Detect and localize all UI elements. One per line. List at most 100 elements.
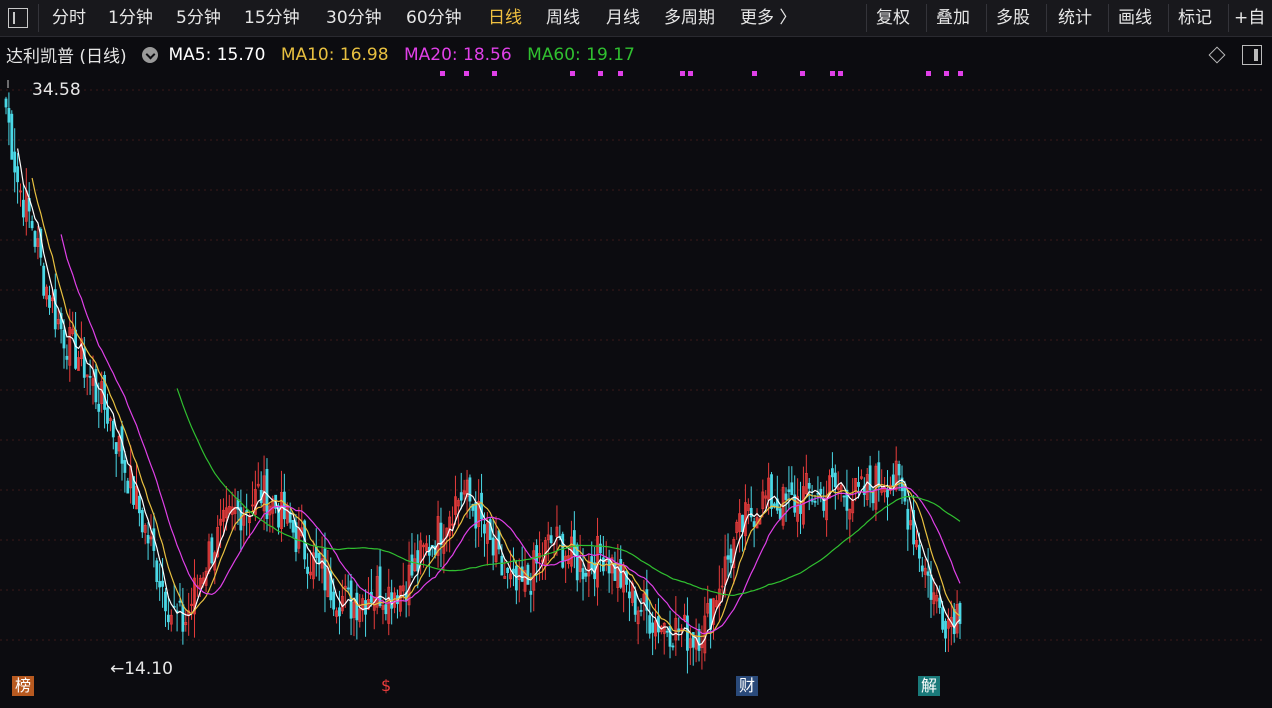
- candle-body: [581, 568, 585, 580]
- candle-body: [526, 564, 530, 585]
- candle-body: [282, 491, 286, 520]
- candle-body: [926, 571, 930, 576]
- signal-marker: [830, 71, 835, 76]
- signal-marker: [800, 71, 805, 76]
- candle-body: [62, 329, 66, 349]
- candle-body: [364, 600, 367, 615]
- candle-body: [106, 407, 109, 424]
- candle-body: [416, 550, 420, 572]
- candle-body: [126, 480, 130, 494]
- tab-daily[interactable]: 日线: [488, 8, 522, 28]
- draw-line-button[interactable]: 画线: [1118, 8, 1152, 28]
- tag-dollar[interactable]: $: [378, 676, 394, 696]
- candle-body: [114, 442, 118, 454]
- toolbar-divider: [1046, 4, 1047, 32]
- candle-body: [210, 537, 214, 564]
- statistics-button[interactable]: 统计: [1058, 8, 1092, 28]
- signal-marker: [492, 71, 497, 76]
- tab-60min[interactable]: 60分钟: [406, 8, 462, 28]
- panel-toggle-icon[interactable]: [8, 8, 28, 28]
- candle-body: [729, 548, 733, 563]
- candle-body: [749, 507, 753, 518]
- tab-monthly[interactable]: 月线: [606, 8, 640, 28]
- candle-body: [572, 530, 576, 556]
- ma5-line: [17, 148, 961, 646]
- candle-body: [952, 609, 956, 635]
- candle-body: [807, 482, 811, 489]
- candle-body: [697, 629, 701, 651]
- low-label: ←14.10: [110, 659, 173, 679]
- tab-fenshi[interactable]: 分时: [52, 8, 86, 28]
- candle-body: [686, 615, 689, 651]
- custom-button[interactable]: +自: [1234, 8, 1265, 28]
- candle-body: [88, 375, 92, 378]
- candle-body: [439, 522, 443, 546]
- candle-body: [868, 465, 872, 491]
- price-grid: [0, 89, 1262, 641]
- candle-body: [332, 591, 336, 610]
- candle-body: [137, 495, 141, 514]
- signal-marker: [926, 71, 931, 76]
- signal-marker: [752, 71, 757, 76]
- candle-body: [628, 591, 631, 599]
- candle-body: [53, 289, 57, 330]
- candle-body: [726, 555, 730, 560]
- candle-body: [111, 420, 115, 438]
- tag-finance[interactable]: 财: [736, 676, 759, 696]
- candle-body: [10, 113, 14, 160]
- fuquan-button[interactable]: 复权: [876, 8, 910, 28]
- signal-marker: [958, 71, 963, 76]
- candle-body: [790, 482, 794, 495]
- toolbar-divider: [1108, 4, 1109, 32]
- candle-body: [468, 477, 472, 502]
- candle-body: [599, 543, 602, 554]
- toolbar-divider: [986, 4, 987, 32]
- toolbar-divider: [1228, 4, 1229, 32]
- candle-body: [291, 519, 295, 533]
- candle-body: [941, 607, 945, 630]
- tab-multi-period[interactable]: 多周期: [664, 8, 715, 28]
- candle-body: [514, 565, 518, 591]
- candle-body: [842, 495, 846, 498]
- multi-stock-button[interactable]: 多股: [996, 8, 1030, 28]
- candle-body: [164, 591, 167, 612]
- candle-body: [483, 524, 486, 534]
- signal-marker: [618, 71, 623, 76]
- signal-marker: [464, 71, 469, 76]
- tab-1min[interactable]: 1分钟: [108, 8, 153, 28]
- candlestick-chart[interactable]: 34.58 ←14.10: [0, 60, 1272, 700]
- tab-15min[interactable]: 15分钟: [244, 8, 300, 28]
- candle-body: [161, 580, 164, 587]
- candle-body: [799, 504, 802, 514]
- candle-body: [671, 645, 675, 648]
- candle-body: [346, 587, 350, 590]
- candle-body: [529, 590, 533, 595]
- tag-bang[interactable]: 榜: [12, 676, 35, 696]
- tab-weekly[interactable]: 周线: [546, 8, 580, 28]
- candle-body: [633, 590, 637, 615]
- candle-body: [833, 472, 837, 488]
- candle-body: [65, 355, 69, 360]
- tag-unlock[interactable]: 解: [918, 676, 941, 696]
- high-label: 34.58: [32, 80, 81, 100]
- candle-body: [4, 98, 8, 108]
- candle-body: [813, 500, 817, 503]
- candle-body: [158, 581, 162, 588]
- candle-body: [123, 460, 127, 473]
- candles: [4, 92, 962, 674]
- candle-body: [668, 626, 672, 647]
- candle-body: [355, 592, 359, 621]
- signal-marker: [598, 71, 603, 76]
- tab-5min[interactable]: 5分钟: [176, 8, 221, 28]
- toolbar-divider: [38, 4, 39, 32]
- candle-body: [601, 557, 605, 572]
- candle-body: [500, 555, 504, 576]
- candle-body: [877, 462, 881, 488]
- mark-button[interactable]: 标记: [1178, 8, 1212, 28]
- overlay-button[interactable]: 叠加: [936, 8, 970, 28]
- tab-30min[interactable]: 30分钟: [326, 8, 382, 28]
- candle-body: [410, 554, 414, 576]
- candle-body: [787, 489, 791, 493]
- candle-body: [480, 492, 483, 520]
- tab-more[interactable]: 更多 〉: [740, 8, 796, 28]
